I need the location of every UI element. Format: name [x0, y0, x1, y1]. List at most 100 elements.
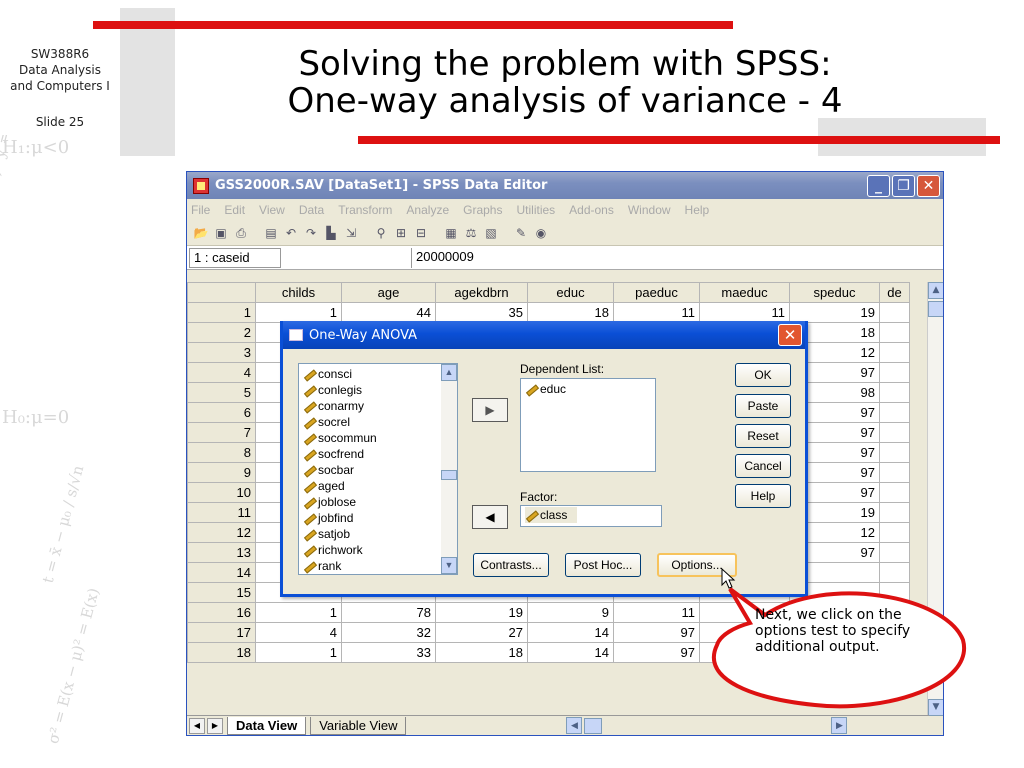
paste-button[interactable]: Paste [735, 394, 791, 418]
dialog-close-button[interactable]: ✕ [778, 324, 802, 346]
variable-list-item[interactable]: joblose [303, 494, 453, 510]
variable-list-item[interactable]: richwork [303, 542, 453, 558]
factor-field[interactable]: class [520, 505, 662, 527]
undo-icon[interactable]: ↶ [283, 225, 299, 241]
row-number[interactable]: 14 [187, 562, 256, 583]
variable-list-item[interactable]: socommun [303, 430, 453, 446]
variable-list-item[interactable]: consci [303, 366, 453, 382]
varlist-scroll-up-icon[interactable]: ▲ [441, 364, 457, 381]
cell-de[interactable] [879, 542, 910, 563]
menu-window[interactable]: Window [628, 203, 671, 217]
cell-paeduc[interactable]: 11 [613, 602, 700, 623]
table-row[interactable]: 1 1 44 35 18 11 11 19 [187, 302, 910, 323]
variable-list-item[interactable]: socfrend [303, 446, 453, 462]
cell-maeduc[interactable]: 11 [699, 302, 790, 323]
row-number[interactable]: 13 [187, 542, 256, 563]
cell-de[interactable] [879, 322, 910, 343]
horizontal-scrollbar[interactable]: ◀ ▶ [566, 717, 848, 734]
cell-de[interactable] [879, 382, 910, 403]
cell-speduc[interactable]: 19 [789, 302, 880, 323]
move-to-dependent-button[interactable]: ▶ [472, 398, 508, 422]
scroll-up-icon[interactable]: ▲ [928, 282, 943, 299]
cell-agekdbrn[interactable]: 18 [435, 642, 528, 663]
column-header-de[interactable]: de [879, 282, 910, 303]
cell-de[interactable] [879, 422, 910, 443]
cell-de[interactable] [879, 482, 910, 503]
corner-cell[interactable] [187, 282, 256, 303]
variable-list-item[interactable]: satjob [303, 526, 453, 542]
menu-view[interactable]: View [259, 203, 285, 217]
cell-agekdbrn[interactable]: 35 [435, 302, 528, 323]
cell-educ[interactable]: 14 [527, 642, 614, 663]
cell-childs[interactable]: 1 [255, 642, 342, 663]
column-header-agekdbrn[interactable]: agekdbrn [435, 282, 528, 303]
dialog-recall-icon[interactable]: ▤ [263, 225, 279, 241]
scroll-thumb[interactable] [928, 301, 943, 317]
cell-de[interactable] [879, 342, 910, 363]
cell-paeduc[interactable]: 97 [613, 622, 700, 643]
column-header-childs[interactable]: childs [255, 282, 342, 303]
variable-list-item[interactable]: rank [303, 558, 453, 574]
post-hoc-button[interactable]: Post Hoc... [565, 553, 641, 577]
row-number[interactable]: 1 [187, 302, 256, 323]
use-sets-icon[interactable]: ◉ [533, 225, 549, 241]
cell-educ[interactable]: 9 [527, 602, 614, 623]
variable-list-item[interactable]: socrel [303, 414, 453, 430]
menu-data[interactable]: Data [299, 203, 324, 217]
row-number[interactable]: 17 [187, 622, 256, 643]
row-number[interactable]: 18 [187, 642, 256, 663]
cell-agekdbrn[interactable]: 27 [435, 622, 528, 643]
help-button[interactable]: Help [735, 484, 791, 508]
contrasts-button[interactable]: Contrasts... [473, 553, 549, 577]
find-icon[interactable]: ⚲ [373, 225, 389, 241]
variable-list-item[interactable]: socbar [303, 462, 453, 478]
column-header-age[interactable]: age [341, 282, 436, 303]
cell-de[interactable] [879, 362, 910, 383]
row-number[interactable]: 10 [187, 482, 256, 503]
save-icon[interactable]: ▣ [213, 225, 229, 241]
variable-list-item[interactable]: aged [303, 478, 453, 494]
restore-button[interactable]: ❐ [892, 174, 915, 197]
row-number[interactable]: 8 [187, 442, 256, 463]
goto-chart-icon[interactable]: ▙ [323, 225, 339, 241]
cell-de[interactable] [879, 442, 910, 463]
split-file-icon[interactable]: ▦ [443, 225, 459, 241]
variable-list-scrollbar[interactable]: ▲ ▼ [441, 364, 457, 574]
move-factor-button[interactable]: ◀ [472, 505, 508, 529]
column-header-paeduc[interactable]: paeduc [613, 282, 700, 303]
row-number[interactable]: 4 [187, 362, 256, 383]
value-labels-icon[interactable]: ✎ [513, 225, 529, 241]
column-header-speduc[interactable]: speduc [789, 282, 880, 303]
row-number[interactable]: 11 [187, 502, 256, 523]
factor-item[interactable]: class [525, 507, 577, 523]
cell-childs[interactable]: 1 [255, 602, 342, 623]
varlist-scroll-down-icon[interactable]: ▼ [441, 557, 457, 574]
row-number[interactable]: 9 [187, 462, 256, 483]
reset-button[interactable]: Reset [735, 424, 791, 448]
row-number[interactable]: 2 [187, 322, 256, 343]
menu-graphs[interactable]: Graphs [463, 203, 502, 217]
cell-age[interactable]: 78 [341, 602, 436, 623]
menu-add-ons[interactable]: Add-ons [569, 203, 614, 217]
column-header-educ[interactable]: educ [527, 282, 614, 303]
cell-value-field[interactable]: 20000009 [411, 247, 937, 268]
menu-edit[interactable]: Edit [224, 203, 245, 217]
select-cases-icon[interactable]: ▧ [483, 225, 499, 241]
weight-cases-icon[interactable]: ⚖ [463, 225, 479, 241]
cell-de[interactable] [879, 302, 910, 323]
cell-educ[interactable]: 14 [527, 622, 614, 643]
variable-list-item[interactable]: jobfind [303, 510, 453, 526]
cell-age[interactable]: 33 [341, 642, 436, 663]
redo-icon[interactable]: ↷ [303, 225, 319, 241]
cell-paeduc[interactable]: 11 [613, 302, 700, 323]
insert-cases-icon[interactable]: ⊞ [393, 225, 409, 241]
column-header-maeduc[interactable]: maeduc [699, 282, 790, 303]
row-number[interactable]: 15 [187, 582, 256, 603]
row-number[interactable]: 16 [187, 602, 256, 623]
tab-prev-icon[interactable]: ◀ [189, 717, 205, 734]
variable-list-item[interactable]: conlegis [303, 382, 453, 398]
cell-educ[interactable]: 18 [527, 302, 614, 323]
cell-childs[interactable]: 1 [255, 302, 342, 323]
varlist-scroll-thumb[interactable] [441, 470, 457, 480]
cancel-button[interactable]: Cancel [735, 454, 791, 478]
